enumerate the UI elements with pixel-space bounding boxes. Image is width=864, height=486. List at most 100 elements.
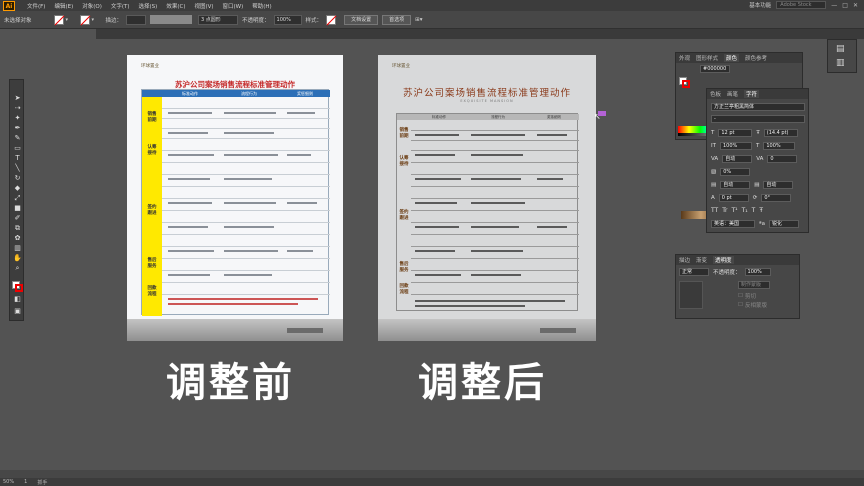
stock-search-input[interactable]: Adobe Stock [776,1,827,9]
stroke-swatch[interactable] [79,14,90,25]
menu-view[interactable]: 视图(V) [194,2,213,10]
fill-stroke-icon[interactable] [679,77,690,88]
horizontal-scrollbar[interactable] [0,470,864,478]
caps-icon[interactable]: TT [711,207,718,214]
menu-effect[interactable]: 效果(C) [166,2,185,10]
kerning-field[interactable]: 自动 [722,155,753,163]
strikethrough-icon[interactable]: Ŧ [759,207,763,214]
antialias-field[interactable]: 锐化 [768,220,799,228]
blend-mode-select[interactable]: 正常 [679,268,709,276]
symbol-sprayer-tool-icon[interactable]: ✿ [13,234,22,242]
invert-mask-checkbox[interactable]: ☐ [738,302,743,308]
subscript-icon[interactable]: T₁ [742,207,748,214]
menu-window[interactable]: 窗口(W) [223,2,244,10]
screen-mode-icon[interactable]: ▣ [13,307,22,315]
tab-transparency[interactable]: 透明度 [713,256,734,264]
direct-selection-tool-icon[interactable]: ⇢ [13,104,22,112]
chevron-down-icon[interactable]: ▾ [92,15,100,25]
artboard-before: 环球置业 苏沪公司案场销售流程标准管理动作 标准动作 流程行为 奖惩细则 销售前… [127,55,343,341]
make-mask-button[interactable]: 制作蒙版 [738,281,770,289]
tsume-field[interactable]: 0% [720,168,751,176]
color-mode-icon[interactable]: ◧ [13,295,22,303]
opacity-field[interactable]: 100% [273,14,302,25]
fill-swatch[interactable] [53,14,64,25]
menu-file[interactable]: 文件(F) [27,2,45,10]
menu-edit[interactable]: 编辑(E) [54,2,73,10]
blend-tool-icon[interactable]: ⧉ [13,224,22,232]
artboard-nav[interactable]: 1 [24,479,27,485]
line-tool-icon[interactable]: ╲ [13,164,22,172]
font-size-field[interactable]: 12 pt [718,129,753,137]
tab-swatches[interactable]: 色板 [710,90,721,98]
aki-right-icon: ▤ [754,182,760,188]
char-rotate-field[interactable]: 0° [761,194,792,202]
pencil-tool-icon[interactable]: ✎ [13,134,22,142]
opacity-field[interactable]: 100% [744,268,771,276]
selection-tool-icon[interactable]: ➤ [13,94,22,102]
language-field[interactable]: 英语：美国 [711,220,755,228]
small-caps-icon[interactable]: Tr [722,207,727,214]
baseline-field[interactable]: 0 pt [718,194,749,202]
tab-stroke[interactable]: 描边 [679,256,690,264]
brand-logo: 环球置业 [392,64,410,69]
type-tool-icon[interactable]: T [13,154,22,162]
superscript-icon[interactable]: T¹ [731,207,737,214]
graph-tool-icon[interactable]: ▥ [13,244,22,252]
variable-width-profile[interactable] [150,15,193,24]
tab-graphic-styles[interactable]: 图形样式 [696,54,718,62]
stroke-weight-field[interactable] [126,14,147,25]
hand-tool-icon[interactable]: ✋ [13,254,22,262]
zoom-level[interactable]: 50% [3,479,14,485]
properties-icon[interactable]: ▥ [836,58,845,68]
h-scale-field[interactable]: 100% [763,142,796,150]
brush-field[interactable]: 3 点圆形 [198,14,239,25]
document-setup-button[interactable]: 文档设置 [344,14,379,25]
tab-color[interactable]: 颜色 [724,54,740,62]
scale-tool-icon[interactable]: ⤢ [13,194,22,202]
menu-select[interactable]: 选择(S) [139,2,158,10]
v-scale-field[interactable]: 100% [719,142,752,150]
doc-subtitle: EXQUISITE MANSION [460,99,514,103]
tab-gradient[interactable]: 渐变 [696,256,707,264]
minimize-icon[interactable]: — [831,2,837,9]
magic-wand-tool-icon[interactable]: ✦ [13,114,22,122]
menu-help[interactable]: 帮助(H) [252,2,271,10]
tracking-field[interactable]: 0 [767,155,798,163]
arrange-icon[interactable]: ⊞▾ [415,17,422,23]
clip-checkbox[interactable]: ☐ [738,293,743,299]
eraser-tool-icon[interactable]: ◆ [13,184,22,192]
menu-object[interactable]: 对象(O) [82,2,102,10]
tab-brushes[interactable]: 画笔 [727,90,738,98]
gradient-tool-icon[interactable]: ■ [13,204,22,212]
fill-stroke-icon[interactable] [12,281,23,292]
zoom-tool-icon[interactable]: ⌕ [13,264,22,272]
document-tab[interactable] [0,29,96,39]
rotate-tool-icon[interactable]: ↻ [13,174,22,182]
font-size-icon: T [711,130,715,136]
font-style-field[interactable]: - [711,115,805,123]
font-family-field[interactable]: 方正兰亭粗黑简体 [711,103,805,111]
style-swatch[interactable] [326,14,337,25]
workspace-switcher[interactable]: 基本功能 [749,1,771,9]
section-label: 回款流程 [399,284,409,295]
aki-right-field[interactable]: 自动 [763,181,794,189]
pen-tool-icon[interactable]: ✒ [13,124,22,132]
menu-type[interactable]: 文字(T) [111,2,130,10]
leading-field[interactable]: (14.4 pt) [763,129,798,137]
eyedropper-tool-icon[interactable]: ✐ [13,214,22,222]
tab-appearance[interactable]: 外观 [679,54,690,62]
preferences-button[interactable]: 首选项 [382,14,412,25]
underline-icon[interactable]: T [752,207,756,214]
aki-left-field[interactable]: 自动 [720,181,751,189]
char-rotate-icon: ⟳ [752,195,758,201]
maximize-icon[interactable]: □ [842,2,848,9]
close-icon[interactable]: ✕ [853,2,858,9]
tab-color-guide[interactable]: 颜色参考 [745,54,767,62]
leading-icon: Ŧ [756,130,760,136]
doc-title: 苏沪公司案场销售流程标准管理动作 [402,88,571,99]
libraries-icon[interactable]: ▤ [836,44,845,54]
chevron-down-icon[interactable]: ▾ [66,15,74,25]
tab-character[interactable]: 字符 [744,90,760,98]
hex-field[interactable]: #000000 [700,65,730,73]
rectangle-tool-icon[interactable]: ▭ [13,144,22,152]
